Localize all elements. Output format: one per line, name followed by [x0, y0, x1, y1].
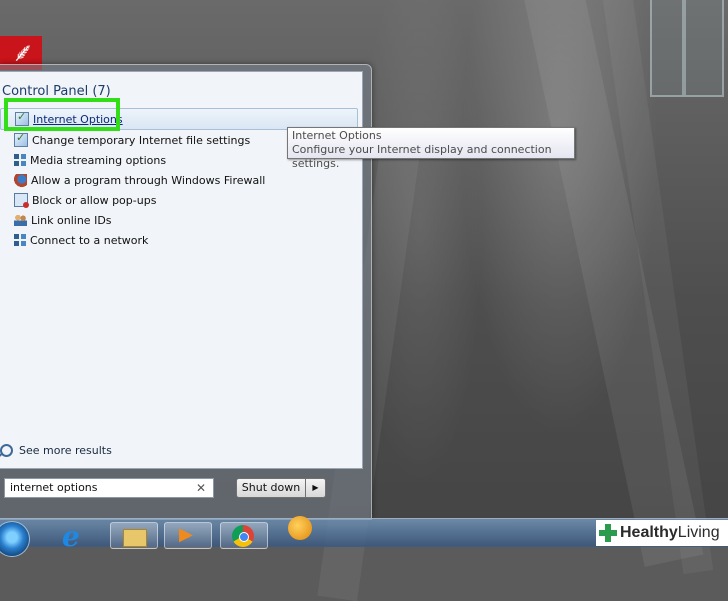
- network-icon: [14, 234, 26, 246]
- start-search-input[interactable]: internet options: [4, 478, 214, 498]
- result-link-online-ids[interactable]: Link online IDs: [0, 210, 362, 230]
- desktop-window-decoration: [650, 0, 724, 97]
- result-label: Media streaming options: [30, 153, 167, 167]
- result-label: Block or allow pop-ups: [32, 193, 157, 207]
- search-icon: [0, 444, 13, 457]
- shutdown-options-arrow-icon[interactable]: ▶: [306, 478, 326, 498]
- watermark-text-2: Living: [677, 524, 720, 541]
- tooltip-description: Configure your Internet display and conn…: [292, 143, 552, 170]
- result-label: Allow a program through Windows Firewall: [31, 173, 266, 187]
- popup-icon: [14, 193, 29, 208]
- see-more-results-link[interactable]: See more results: [0, 444, 112, 457]
- result-label: Internet Options: [33, 112, 123, 126]
- section-header-control-panel[interactable]: Control Panel (7): [2, 84, 111, 99]
- tooltip-title: Internet Options: [292, 129, 382, 142]
- gom-player-icon[interactable]: [276, 516, 322, 547]
- result-label: Link online IDs: [31, 213, 112, 227]
- result-allow-firewall[interactable]: Allow a program through Windows Firewall: [0, 170, 362, 190]
- network-icon: [14, 154, 26, 166]
- result-label: Connect to a network: [30, 233, 149, 247]
- internet-explorer-icon[interactable]: [54, 520, 100, 553]
- shutdown-button[interactable]: Shut down: [236, 478, 306, 498]
- chrome-icon[interactable]: [220, 522, 268, 549]
- result-connect-network[interactable]: Connect to a network: [0, 230, 362, 250]
- internet-options-icon: [14, 131, 28, 147]
- internet-options-icon: [15, 110, 29, 126]
- firewall-icon: [14, 173, 27, 187]
- cross-logo-icon: [599, 524, 617, 542]
- result-block-popups[interactable]: Block or allow pop-ups: [0, 190, 362, 210]
- users-icon: [14, 214, 27, 226]
- see-more-label: See more results: [19, 444, 112, 457]
- start-orb-icon[interactable]: [0, 521, 30, 557]
- healthy-living-watermark: Healthy Living: [596, 520, 728, 546]
- windows-explorer-icon[interactable]: [110, 522, 158, 549]
- result-label: Change temporary Internet file settings: [32, 133, 251, 147]
- tooltip: Internet Options Configure your Internet…: [287, 127, 575, 170]
- clear-search-icon[interactable]: ✕: [196, 481, 206, 495]
- media-player-icon[interactable]: [164, 522, 212, 549]
- watermark-text-1: Healthy: [620, 524, 678, 541]
